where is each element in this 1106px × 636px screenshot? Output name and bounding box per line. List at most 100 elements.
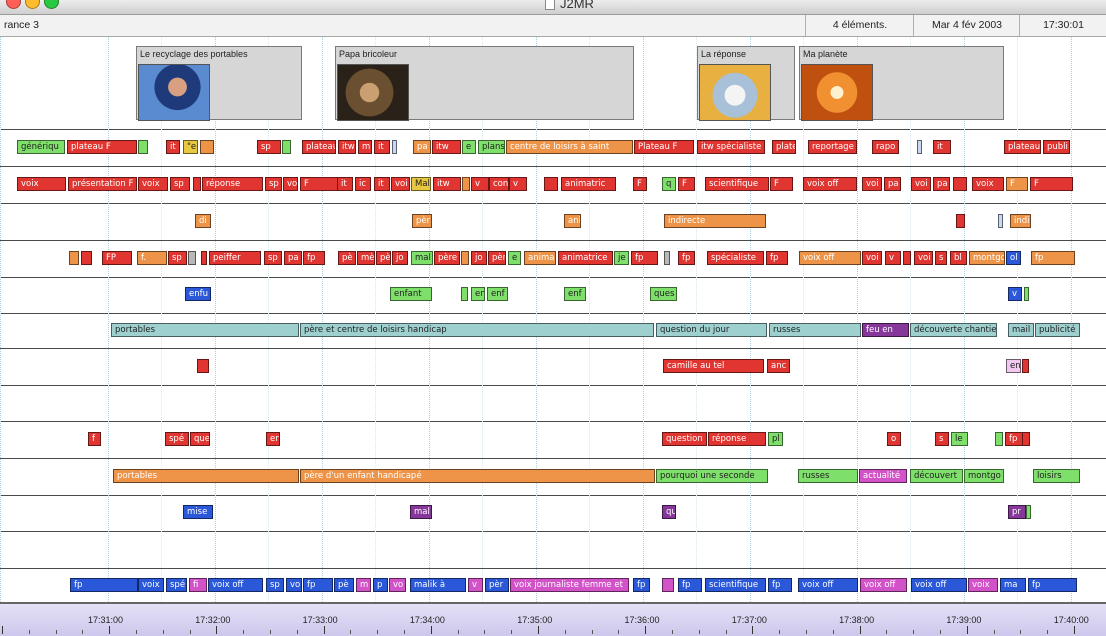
timeline-segment[interactable]: animatric <box>561 177 616 191</box>
timeline-segment[interactable]: voix off <box>803 177 857 191</box>
timeline-segment[interactable]: enfant <box>390 287 432 301</box>
timeline-segment[interactable]: centre de loisirs à saint <box>506 140 633 154</box>
timeline-segment[interactable]: sp <box>257 140 281 154</box>
timeline-segment[interactable]: jo <box>392 251 408 265</box>
timeline-segment[interactable]: sp <box>265 177 282 191</box>
timeline-segment[interactable]: pè <box>376 251 391 265</box>
timeline-segment[interactable]: Mal <box>411 177 431 191</box>
timeline-segment[interactable] <box>138 140 148 154</box>
timeline-segment[interactable]: pa <box>413 140 431 154</box>
timeline-segment[interactable]: v <box>1008 287 1022 301</box>
timeline-segment[interactable]: plateau F <box>67 140 137 154</box>
timeline-segment[interactable]: F <box>770 177 793 191</box>
minimize-window-button[interactable] <box>25 0 40 9</box>
timeline-segment[interactable]: q <box>662 177 676 191</box>
timeline-segment[interactable]: pè <box>334 578 354 592</box>
timeline-segment[interactable] <box>197 359 209 373</box>
timeline-segment[interactable]: pèr <box>488 251 506 265</box>
timeline-segment[interactable]: indirecte <box>664 214 766 228</box>
timeline-segment[interactable]: voix off <box>860 578 907 592</box>
close-window-button[interactable] <box>6 0 21 9</box>
timeline-segment[interactable]: voix off <box>911 578 967 592</box>
timeline-segment[interactable] <box>201 251 207 265</box>
timeline-segment[interactable]: itw <box>432 140 461 154</box>
timeline-segment[interactable] <box>544 177 558 191</box>
timeline-segment[interactable]: FP <box>102 251 132 265</box>
timeline-segment[interactable]: qu <box>662 505 676 519</box>
timeline-segment[interactable] <box>664 251 670 265</box>
timeline-segment[interactable]: voix off <box>208 578 263 592</box>
timeline-segment[interactable] <box>1026 505 1031 519</box>
timeline-segment[interactable]: it <box>933 140 951 154</box>
timeline-segment[interactable]: père <box>434 251 460 265</box>
time-ruler[interactable]: 17:31:00 17:32:00 17:33:00 17:34:00 17:35:00… <box>0 602 1106 636</box>
timeline-segment[interactable]: F <box>678 177 695 191</box>
timeline-segment[interactable]: spé <box>166 578 187 592</box>
timeline-segment[interactable]: mè <box>357 251 375 265</box>
timeline-segment[interactable]: voi <box>914 251 933 265</box>
timeline-segment[interactable]: actualité <box>859 469 907 483</box>
timeline-segment[interactable] <box>1022 359 1029 373</box>
timeline-segment[interactable]: f <box>88 432 101 446</box>
timeline-segment[interactable]: itw <box>433 177 461 191</box>
timeline-segment[interactable]: sp <box>168 251 187 265</box>
timeline-segment[interactable]: fi <box>189 578 207 592</box>
timeline-segment[interactable] <box>282 140 291 154</box>
timeline-segment[interactable] <box>956 214 965 228</box>
timeline-segment[interactable]: it <box>166 140 180 154</box>
timeline-segment[interactable]: montgo <box>969 251 1005 265</box>
timeline-segment[interactable] <box>462 177 470 191</box>
timeline-segment[interactable]: découvert <box>910 469 963 483</box>
timeline-segment[interactable]: en <box>1006 359 1021 373</box>
timeline-segment[interactable]: publi <box>1043 140 1070 154</box>
timeline-segment[interactable]: jo <box>471 251 487 265</box>
timeline-segment[interactable]: sp <box>266 578 284 592</box>
timeline-segment[interactable]: pl <box>768 432 783 446</box>
timeline-segment[interactable]: sp <box>264 251 282 265</box>
timeline-segment[interactable]: scientifique <box>705 177 769 191</box>
timeline-segment[interactable]: itw <box>338 140 356 154</box>
timeline-segment[interactable]: enf <box>564 287 586 301</box>
timeline-segment[interactable]: feu en <box>862 323 909 337</box>
timeline-segment[interactable]: fp <box>1028 578 1077 592</box>
zoom-window-button[interactable] <box>44 0 59 9</box>
timeline-segment[interactable]: F <box>633 177 647 191</box>
timeline-segment[interactable] <box>1024 287 1029 301</box>
timeline-segment[interactable] <box>193 177 201 191</box>
timeline-segment[interactable]: plate <box>772 140 796 154</box>
timeline-segment[interactable]: mal <box>411 251 433 265</box>
timeline-segment[interactable] <box>392 140 397 154</box>
timeline-segment[interactable]: v <box>468 578 483 592</box>
timeline-segment[interactable]: s <box>935 251 947 265</box>
timeline-segment[interactable]: mise <box>183 505 213 519</box>
timeline-segment[interactable] <box>995 432 1003 446</box>
timeline-segment[interactable]: fp <box>70 578 138 592</box>
timeline-segment[interactable]: ques <box>650 287 677 301</box>
timeline-segment[interactable]: plateau <box>302 140 336 154</box>
timeline-segment[interactable]: plans <box>478 140 505 154</box>
timeline-segment[interactable]: F <box>1006 177 1028 191</box>
timeline-segment[interactable]: it <box>374 177 390 191</box>
timeline-segment[interactable]: le <box>951 432 968 446</box>
timeline-segment[interactable]: voi <box>911 177 931 191</box>
timeline-segment[interactable]: f. <box>137 251 167 265</box>
timeline-segment[interactable]: voix off <box>798 578 858 592</box>
timeline-segment[interactable]: père et centre de loisirs handicap <box>300 323 654 337</box>
timeline-segment[interactable]: animatrice <box>558 251 613 265</box>
timeline-segment[interactable]: ma <box>1000 578 1026 592</box>
timeline-segment[interactable] <box>461 251 469 265</box>
timeline-segment[interactable]: ol <box>1006 251 1021 265</box>
timeline-segment[interactable]: réponse <box>708 432 766 446</box>
timeline-segment[interactable]: indi <box>1010 214 1031 228</box>
timeline-segment[interactable]: voix journaliste femme et <box>510 578 629 592</box>
timeline-segment[interactable]: itw spécialiste <box>697 140 765 154</box>
timeline-segment[interactable]: vo <box>389 578 406 592</box>
timeline-segment[interactable]: question <box>662 432 707 446</box>
timeline-segment[interactable]: vo <box>286 578 302 592</box>
timeline-segment[interactable]: fp <box>678 251 695 265</box>
timeline-segment[interactable]: anima <box>524 251 556 265</box>
timeline-segment[interactable] <box>998 214 1003 228</box>
story-thumbnail[interactable]: Papa bricoleur <box>335 46 634 121</box>
timeline-segment[interactable]: voi <box>862 177 882 191</box>
timeline-segment[interactable]: voi <box>391 177 410 191</box>
